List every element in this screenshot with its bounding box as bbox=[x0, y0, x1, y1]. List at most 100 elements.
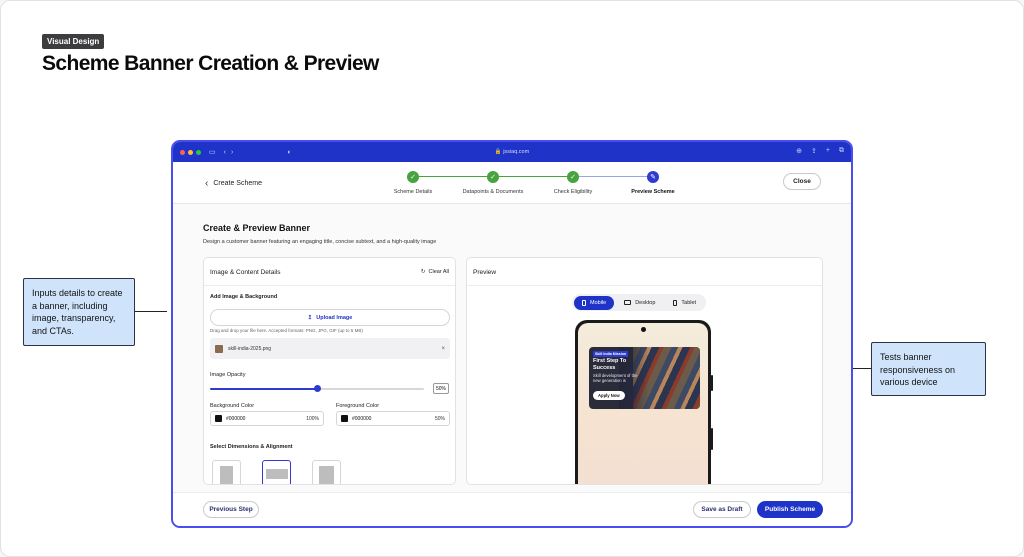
tab-label: Mobile bbox=[590, 299, 607, 306]
step-label: Check Eligibility bbox=[553, 189, 593, 195]
opacity-value-input[interactable]: 50% bbox=[433, 383, 449, 394]
device-toggle: Mobile Desktop Tablet bbox=[572, 294, 707, 311]
bg-color-swatch[interactable] bbox=[215, 415, 222, 422]
preview-panel: Preview Mobile Desktop Tablet Skill Indi… bbox=[466, 257, 823, 485]
fg-color-value: #000000 bbox=[352, 415, 372, 422]
opacity-slider-handle[interactable] bbox=[313, 385, 321, 392]
callout-responsiveness: Tests banner responsiveness on various d… bbox=[871, 342, 986, 396]
step-preview-scheme[interactable]: ✎ Preview Scheme bbox=[613, 171, 693, 195]
tablet-icon bbox=[673, 299, 678, 306]
desktop-icon bbox=[624, 300, 632, 305]
tabs-overview-icon[interactable]: ⧉ bbox=[839, 147, 844, 155]
section-title: Create & Preview Banner bbox=[203, 223, 311, 233]
upload-icon: ↥ bbox=[307, 314, 313, 321]
fg-color-label: Foreground Color bbox=[336, 403, 380, 409]
step-label: Preview Scheme bbox=[631, 189, 675, 195]
tab-desktop[interactable]: Desktop bbox=[616, 296, 663, 310]
tall-layout-icon bbox=[319, 466, 334, 484]
clear-all-button[interactable]: ↻ Clear All bbox=[421, 269, 449, 275]
tab-mobile[interactable]: Mobile bbox=[574, 295, 615, 310]
fg-color-field[interactable]: #000000 50% bbox=[336, 411, 450, 426]
phone-side-button bbox=[711, 428, 713, 450]
banner-cta-button[interactable]: Apply Now bbox=[593, 391, 625, 400]
tab-label: Tablet bbox=[681, 299, 697, 306]
step-label: Scheme Details bbox=[393, 189, 433, 195]
upload-hint: Drag and drop your file here. Accepted f… bbox=[210, 328, 363, 333]
opacity-slider-fill bbox=[210, 388, 317, 390]
section-subtitle: Design a customer banner featuring an en… bbox=[203, 239, 437, 245]
file-name: skill-india-2025.png bbox=[228, 345, 272, 352]
fg-color-swatch[interactable] bbox=[341, 415, 348, 422]
tab-label: Desktop bbox=[635, 299, 656, 306]
browser-window: ▭ ‹ › ◐ 🔒 jssiaq.com ⊕ ⇪ + ⧉ ‹ Create Sc… bbox=[171, 140, 853, 528]
details-panel: Image & Content Details ↻ Clear All Add … bbox=[203, 257, 456, 485]
fg-color-percent: 50% bbox=[434, 415, 445, 422]
preview-panel-title: Preview bbox=[473, 269, 497, 276]
address-bar[interactable]: 🔒 jssiaq.com bbox=[173, 149, 851, 155]
opacity-slider[interactable] bbox=[210, 385, 424, 392]
save-draft-button[interactable]: Save as Draft bbox=[693, 501, 751, 518]
phone-mockup: Skill India Mission First Step To Succes… bbox=[575, 320, 713, 484]
uploaded-file: skill-india-2025.png × bbox=[210, 338, 450, 359]
chevron-left-icon: ‹ bbox=[205, 178, 209, 189]
browser-toolbar: ▭ ‹ › ◐ 🔒 jssiaq.com ⊕ ⇪ + ⧉ bbox=[173, 142, 851, 162]
upload-image-button[interactable]: ↥ Upload Image bbox=[210, 309, 450, 326]
banner-title: First Step To Success bbox=[593, 358, 627, 371]
check-icon: ✓ bbox=[487, 171, 499, 183]
main-content: Create & Preview Banner Design a custome… bbox=[173, 204, 851, 492]
previous-step-button[interactable]: Previous Step bbox=[203, 501, 259, 518]
add-image-label: Add Image & Background bbox=[210, 294, 278, 300]
phone-screen: Skill India Mission First Step To Succes… bbox=[578, 323, 708, 484]
details-panel-title: Image & Content Details bbox=[210, 269, 281, 276]
page-title: Scheme Banner Creation & Preview bbox=[42, 52, 379, 75]
dimension-option-landscape[interactable] bbox=[262, 460, 291, 484]
phone-side-button bbox=[711, 375, 713, 391]
category-tag: Visual Design bbox=[42, 34, 105, 49]
refresh-icon: ↻ bbox=[420, 269, 426, 275]
callout-inputs: Inputs details to create a banner, inclu… bbox=[23, 278, 135, 346]
bg-color-value: #000000 bbox=[226, 415, 246, 422]
mobile-icon bbox=[582, 299, 586, 306]
clear-all-label: Clear All bbox=[428, 269, 449, 275]
download-icon[interactable]: ⊕ bbox=[796, 147, 802, 155]
design-board: Visual Design Scheme Banner Creation & P… bbox=[0, 0, 1024, 557]
share-icon[interactable]: ⇪ bbox=[811, 147, 817, 155]
portrait-layout-icon bbox=[220, 466, 233, 484]
bg-color-field[interactable]: #000000 100% bbox=[210, 411, 324, 426]
new-tab-icon[interactable]: + bbox=[826, 147, 830, 155]
step-label: Datapoints & Documents bbox=[462, 189, 524, 195]
banner-subtitle: Skill development of the new generation … bbox=[593, 373, 638, 384]
preview-panel-header: Preview bbox=[467, 258, 822, 286]
file-thumbnail bbox=[215, 344, 223, 353]
url-text: jssiaq.com bbox=[503, 149, 530, 155]
publish-scheme-button[interactable]: Publish Scheme bbox=[757, 501, 823, 518]
dimension-options bbox=[212, 460, 341, 484]
remove-file-icon[interactable]: × bbox=[441, 346, 445, 352]
opacity-label: Image Opacity bbox=[210, 372, 246, 378]
dimensions-label: Select Dimensions & Alignment bbox=[210, 444, 293, 450]
banner-tag: Skill India Mission bbox=[593, 351, 629, 357]
dimension-option-portrait[interactable] bbox=[212, 460, 241, 484]
pencil-icon: ✎ bbox=[647, 171, 659, 183]
step-datapoints-documents[interactable]: ✓ Datapoints & Documents bbox=[453, 171, 533, 195]
close-button[interactable]: Close bbox=[783, 173, 821, 190]
browser-actions: ⊕ ⇪ + ⧉ bbox=[796, 147, 844, 155]
stepper: ✓ Scheme Details ✓ Datapoints & Document… bbox=[386, 171, 676, 201]
step-scheme-details[interactable]: ✓ Scheme Details bbox=[373, 171, 453, 195]
upload-label: Upload Image bbox=[316, 314, 353, 321]
wizard-footer: Previous Step Save as Draft Publish Sche… bbox=[173, 492, 851, 526]
callout-leader-left bbox=[135, 311, 167, 312]
back-link[interactable]: ‹ Create Scheme bbox=[205, 178, 262, 189]
check-icon: ✓ bbox=[407, 171, 419, 183]
details-panel-header: Image & Content Details ↻ Clear All bbox=[204, 258, 455, 286]
step-check-eligibility[interactable]: ✓ Check Eligibility bbox=[533, 171, 613, 195]
dimension-option-tall[interactable] bbox=[312, 460, 341, 484]
check-icon: ✓ bbox=[567, 171, 579, 183]
bg-color-label: Background Color bbox=[210, 403, 255, 409]
tab-tablet[interactable]: Tablet bbox=[665, 296, 704, 310]
landscape-layout-icon bbox=[266, 469, 288, 479]
camera-icon bbox=[641, 327, 646, 332]
bg-color-percent: 100% bbox=[306, 415, 319, 422]
back-label: Create Scheme bbox=[213, 180, 262, 187]
wizard-header: ‹ Create Scheme ✓ Scheme Details ✓ Datap… bbox=[173, 162, 851, 204]
